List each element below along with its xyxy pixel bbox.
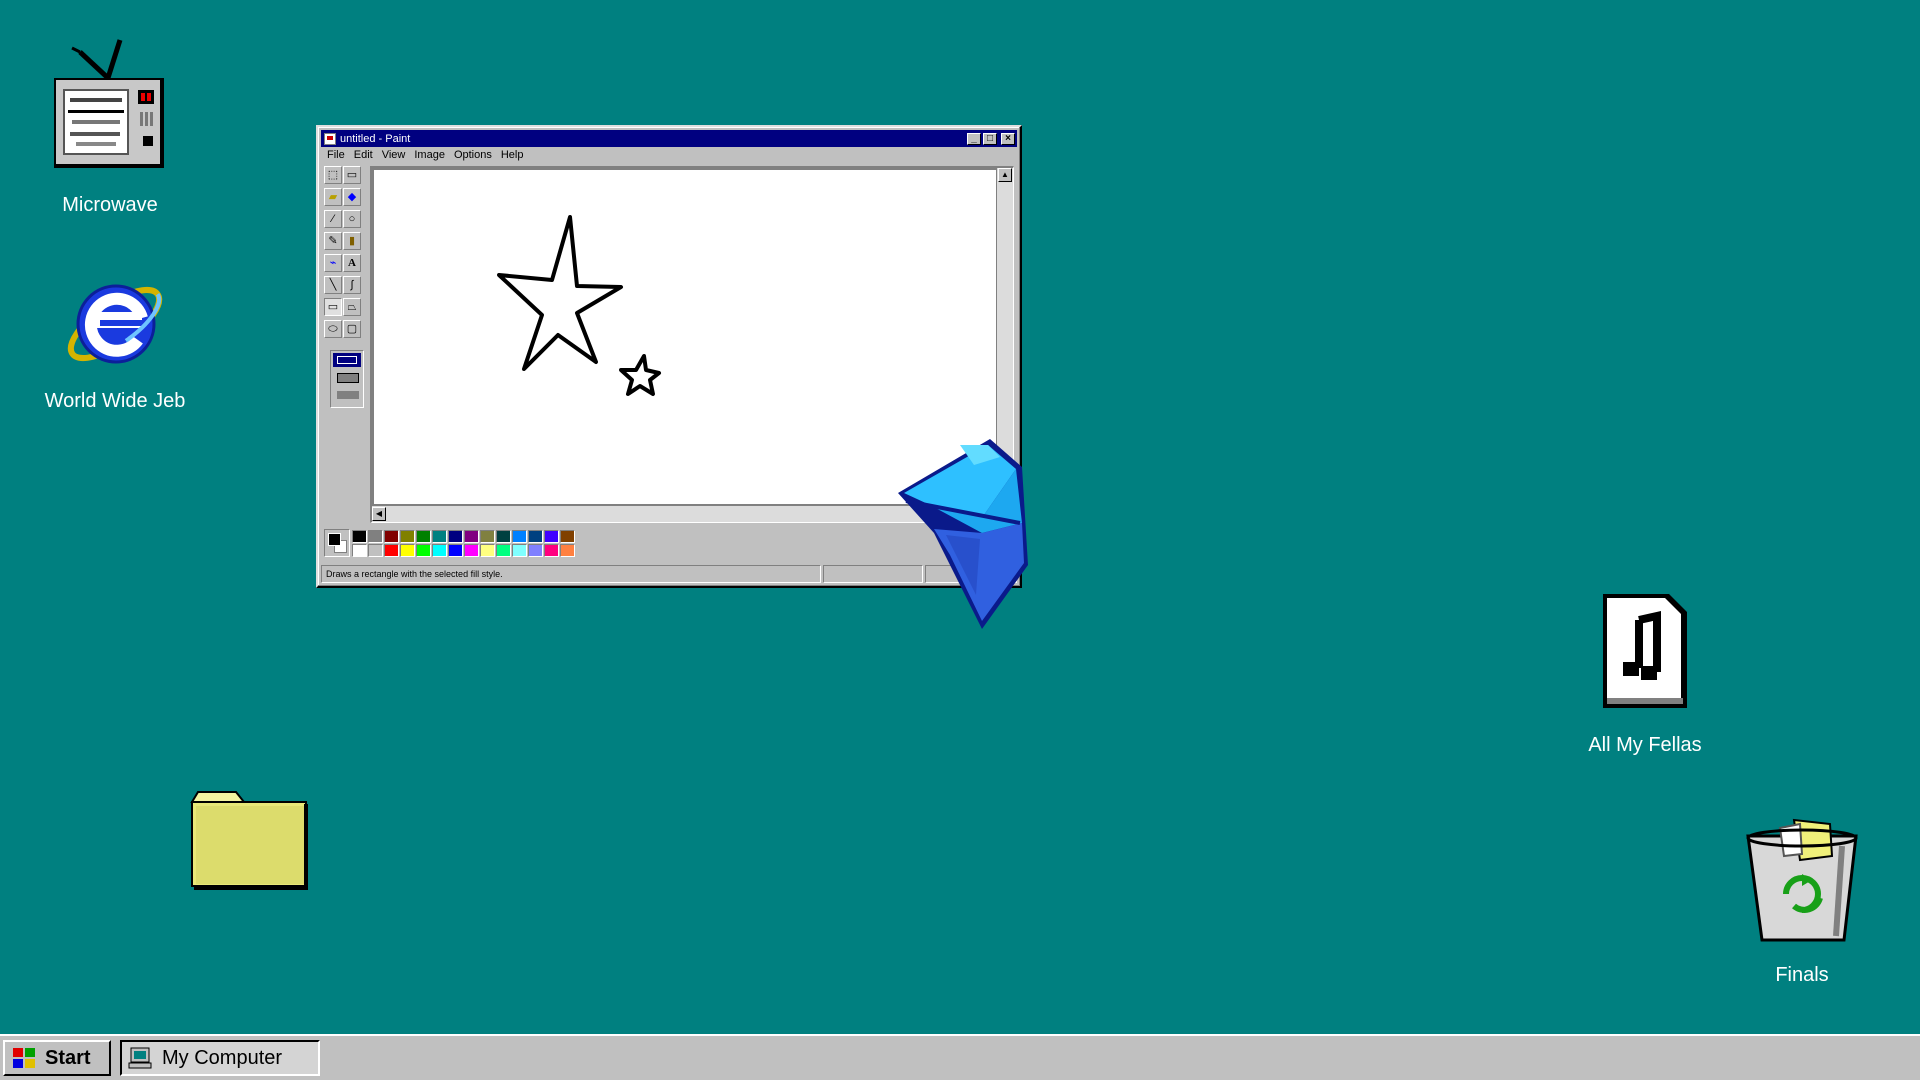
text-tool-icon[interactable]: A — [343, 254, 361, 272]
palette-color-swatch[interactable] — [480, 529, 495, 543]
toolbox: ⬚ ▭ ▰ ◆ ⁄ ○ ✎ ▮ ⌁ A ╲ ∫ ▭ ⏢ ⬭ ▢ — [324, 166, 364, 528]
palette-color-swatch[interactable] — [512, 543, 527, 557]
palette-color-swatch[interactable] — [544, 543, 559, 557]
window-title: untitled - Paint — [340, 132, 411, 145]
palette-color-swatch[interactable] — [352, 543, 367, 557]
desktop-icon-folder[interactable] — [188, 788, 312, 892]
ellipse-tool-icon[interactable]: ⬭ — [324, 320, 342, 338]
rounded-rect-tool-icon[interactable]: ▢ — [343, 320, 361, 338]
palette-color-swatch[interactable] — [432, 529, 447, 543]
palette-color-swatch[interactable] — [512, 529, 527, 543]
microwave-tv-icon — [54, 39, 164, 168]
palette-color-swatch[interactable] — [400, 529, 415, 543]
palette-color-swatch[interactable] — [352, 529, 367, 543]
status-text: Draws a rectangle with the selected fill… — [321, 565, 821, 583]
palette-color-swatch[interactable] — [496, 543, 511, 557]
scroll-left-button[interactable]: ◀ — [372, 507, 386, 521]
palette-color-swatch[interactable] — [560, 529, 575, 543]
palette-color-swatch[interactable] — [448, 529, 463, 543]
small-star-drawing — [619, 354, 661, 396]
close-button[interactable]: × — [1001, 132, 1015, 145]
desktop-icon-label: Finals — [1775, 964, 1829, 986]
palette-color-swatch[interactable] — [432, 543, 447, 557]
music-file-icon — [1603, 594, 1687, 708]
rectangle-tool-icon[interactable]: ▭ — [324, 298, 342, 316]
palette-color-swatch[interactable] — [400, 543, 415, 557]
start-label: Start — [45, 1046, 91, 1069]
taskbar-item-label: My Computer — [162, 1046, 283, 1069]
pick-color-tool-icon[interactable]: ⁄ — [324, 210, 342, 228]
menu-options[interactable]: Options — [451, 149, 498, 165]
palette-color-swatch[interactable] — [384, 543, 399, 557]
title-bar[interactable]: untitled - Paint _ □ × — [321, 130, 1017, 147]
airbrush-tool-icon[interactable]: ⌁ — [324, 254, 342, 272]
menu-help[interactable]: Help — [498, 149, 530, 165]
polygon-tool-icon[interactable]: ⏢ — [343, 298, 361, 316]
brush-tool-icon[interactable]: ▮ — [343, 232, 361, 250]
palette-color-swatch[interactable] — [560, 543, 575, 557]
pencil-tool-icon[interactable]: ✎ — [324, 232, 342, 250]
paint-app-icon — [324, 132, 336, 145]
minimize-button[interactable]: _ — [967, 132, 981, 145]
magnifier-tool-icon[interactable]: ○ — [343, 210, 361, 228]
menu-image[interactable]: Image — [411, 149, 451, 165]
palette-color-swatch[interactable] — [544, 529, 559, 543]
taskbar: Start My Computer — [0, 1034, 1920, 1080]
curve-tool-icon[interactable]: ∫ — [343, 276, 361, 294]
fill-style-outline[interactable] — [333, 353, 361, 367]
palette-color-swatch[interactable] — [368, 529, 383, 543]
desktop-icon-microwave[interactable]: Microwave — [50, 34, 170, 224]
palette-color-swatch[interactable] — [480, 543, 495, 557]
large-star-drawing — [497, 215, 623, 371]
palette-color-swatch[interactable] — [496, 529, 511, 543]
rect-select-tool-icon[interactable]: ▭ — [343, 166, 361, 184]
current-colors — [324, 529, 350, 557]
menu-view[interactable]: View — [379, 149, 412, 165]
free-select-tool-icon[interactable]: ⬚ — [324, 166, 342, 184]
desktop-icon-all-my-fellas[interactable]: All My Fellas — [1570, 590, 1720, 760]
palette-swatches — [352, 529, 575, 557]
desktop-icon-label: World Wide Jeb — [44, 390, 186, 412]
desktop-icon-world-wide-jeb[interactable]: World Wide Jeb — [40, 268, 190, 418]
start-button[interactable]: Start — [3, 1040, 111, 1076]
menu-edit[interactable]: Edit — [351, 149, 379, 165]
palette-color-swatch[interactable] — [384, 529, 399, 543]
palette-color-swatch[interactable] — [416, 529, 431, 543]
fill-style-options — [330, 350, 364, 408]
menu-bar: File Edit View Image Options Help — [324, 149, 529, 165]
palette-color-swatch[interactable] — [368, 543, 383, 557]
menu-file[interactable]: File — [324, 149, 351, 165]
desktop-icon-finals[interactable]: Finals — [1740, 816, 1864, 992]
taskbar-item-my-computer[interactable]: My Computer — [120, 1040, 320, 1076]
computer-icon — [128, 1047, 152, 1069]
foreground-color-swatch — [328, 533, 341, 546]
palette-color-swatch[interactable] — [528, 543, 543, 557]
palette-color-swatch[interactable] — [464, 529, 479, 543]
maximize-button[interactable]: □ — [983, 132, 997, 145]
eraser-tool-icon[interactable]: ▰ — [324, 188, 342, 206]
fill-tool-icon[interactable]: ◆ — [343, 188, 361, 206]
scroll-up-button[interactable]: ▲ — [998, 168, 1012, 182]
line-tool-icon[interactable]: ╲ — [324, 276, 342, 294]
windows-logo-icon — [13, 1048, 35, 1068]
color-palette — [324, 528, 575, 558]
palette-color-swatch[interactable] — [464, 543, 479, 557]
palette-color-swatch[interactable] — [416, 543, 431, 557]
recycle-bin-icon — [1746, 818, 1858, 942]
palette-color-swatch[interactable] — [448, 543, 463, 557]
fill-style-filled[interactable] — [337, 391, 359, 399]
desktop-icon-label: All My Fellas — [1588, 734, 1702, 756]
internet-explorer-icon — [67, 284, 163, 364]
palette-color-swatch[interactable] — [528, 529, 543, 543]
folder-icon — [190, 791, 308, 890]
fill-style-filled-outline[interactable] — [337, 373, 359, 383]
blue-crystal-icon — [898, 439, 1028, 629]
desktop-icon-label: Microwave — [62, 194, 158, 216]
